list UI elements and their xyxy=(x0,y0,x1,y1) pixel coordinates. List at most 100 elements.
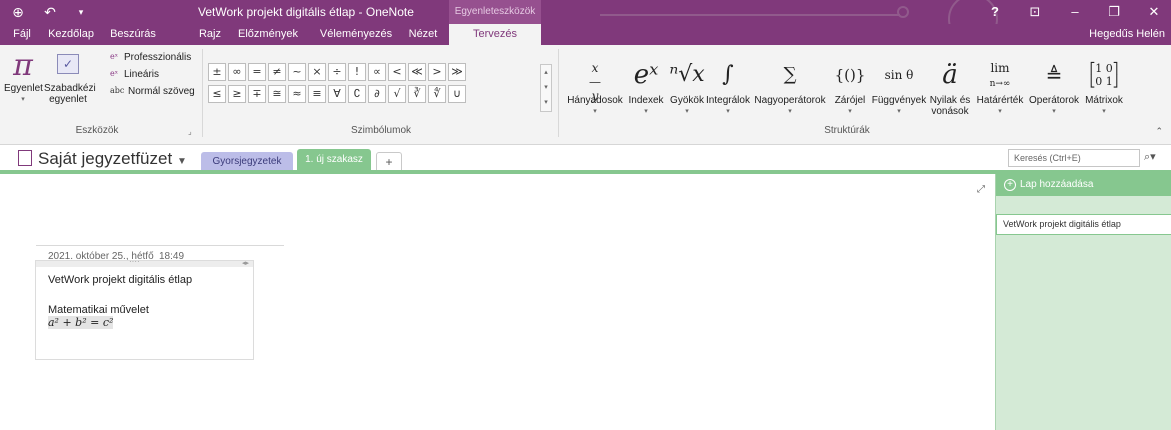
linear-button[interactable]: eˣ Lineáris xyxy=(110,68,159,82)
symbol-partial[interactable]: ∂ xyxy=(368,85,386,103)
add-page-label: Lap hozzáadása xyxy=(1020,179,1094,190)
symbol-divide[interactable]: ÷ xyxy=(328,63,346,81)
chevron-down-icon: ▾ xyxy=(1052,108,1056,115)
tab-history[interactable]: Előzmények xyxy=(232,24,304,45)
group-separator xyxy=(558,49,559,137)
dialog-launcher-icon[interactable]: ⌟ xyxy=(188,127,192,136)
symbol-tilde[interactable]: ~ xyxy=(288,63,306,81)
professional-format-icon: eˣ xyxy=(110,52,119,62)
add-page-button[interactable]: + Lap hozzáadása xyxy=(996,174,1171,196)
help-icon[interactable]: ? xyxy=(981,0,1009,24)
symbol-complement[interactable]: ∁ xyxy=(348,85,366,103)
scripts-button[interactable]: eˣ Indexek ▾ xyxy=(626,55,666,117)
page-title-field[interactable] xyxy=(36,245,284,246)
professional-button[interactable]: eˣ Professzionális xyxy=(110,51,191,65)
search-input[interactable]: Keresés (Ctrl+E) xyxy=(1008,149,1140,167)
large-operators-button[interactable]: ∑ Nagyoperátorok ▾ xyxy=(752,55,828,117)
functions-button[interactable]: sin θ Függvények ▾ xyxy=(871,55,927,117)
page-list-panel: + Lap hozzáadása VetWork projekt digitáli… xyxy=(995,174,1171,430)
radicals-label: Gyökök xyxy=(670,95,704,106)
note-container-handle[interactable]: ···· ◂▸ xyxy=(36,257,253,267)
symbol-less-than[interactable]: < xyxy=(388,63,406,81)
symbol-plus-minus[interactable]: ± xyxy=(208,63,226,81)
symbol-square-root[interactable]: √ xyxy=(388,85,406,103)
symbol-less-equal[interactable]: ≤ xyxy=(208,85,226,103)
symbol-much-less[interactable]: ≪ xyxy=(408,63,426,81)
tab-view[interactable]: Nézet xyxy=(405,24,441,45)
symbol-times[interactable]: × xyxy=(308,63,326,81)
matrices-label: Mátrixok xyxy=(1085,95,1123,106)
symbol-much-greater[interactable]: ≫ xyxy=(448,63,466,81)
tab-file[interactable]: Fájl xyxy=(6,24,38,45)
symbol-factorial[interactable]: ! xyxy=(348,63,366,81)
restore-button[interactable]: ❐ xyxy=(1100,0,1128,24)
ribbon-display-icon[interactable]: ⊡ xyxy=(1021,0,1049,24)
tab-insert[interactable]: Beszúrás xyxy=(104,24,162,45)
accent-icon: ä xyxy=(942,60,958,90)
expand-page-icon[interactable]: ⤢ xyxy=(977,184,985,195)
title-bar: ⊕ ↶ ▾ VetWork projekt digitális étlap - … xyxy=(0,0,1171,44)
linear-label: Lineáris xyxy=(124,69,160,80)
symbol-minus-plus[interactable]: ∓ xyxy=(248,85,266,103)
accents-button[interactable]: ä Nyilak és vonások xyxy=(928,55,972,117)
ribbon: π Egyenlet ▾ ✓ Szabadkézi egyenlet eˣ Pro… xyxy=(0,45,1171,145)
tab-draw[interactable]: Rajz xyxy=(194,24,226,45)
user-name[interactable]: Hegedűs Helén xyxy=(1089,24,1165,45)
note-title-text[interactable]: VetWork projekt digitális étlap xyxy=(48,274,192,286)
note-text-line[interactable]: Matematikai művelet xyxy=(48,304,149,316)
matrices-button[interactable]: ⎡1 0⎤ ⎣0 1⎦ Mátrixok ▾ xyxy=(1082,55,1126,117)
operators-button[interactable]: ≜ Operátorok ▾ xyxy=(1027,55,1081,117)
resize-arrows-icon[interactable]: ◂▸ xyxy=(242,259,249,267)
section-tab-new-section[interactable]: 1. új szakasz xyxy=(297,149,371,172)
symbol-greater-than[interactable]: > xyxy=(428,63,446,81)
collapse-ribbon-icon[interactable]: ⌃ xyxy=(1155,126,1163,137)
symbol-congruent[interactable]: ≅ xyxy=(268,85,286,103)
integrals-button[interactable]: ∫ Integrálok ▾ xyxy=(706,55,750,117)
equation-text[interactable]: a² + b² = c² xyxy=(48,316,114,329)
symbols-gallery-scrollbar[interactable]: ▴ ▾ ▾ xyxy=(540,64,552,112)
page-list-item[interactable]: VetWork projekt digitális étlap xyxy=(996,214,1171,235)
chevron-down-icon: ▾ xyxy=(848,108,852,115)
notebook-title: Saját jegyzetfüzet xyxy=(38,149,173,168)
drag-dots-icon[interactable]: ···· xyxy=(129,257,140,266)
normal-text-label: Normál szöveg xyxy=(128,86,195,97)
minimize-button[interactable]: – xyxy=(1061,0,1089,24)
notebook-picker[interactable]: Saját jegyzetfüzet ▼ xyxy=(18,149,187,169)
symbol-fourth-root[interactable]: ∜ xyxy=(428,85,446,103)
undo-icon[interactable]: ↶ xyxy=(39,0,61,24)
window-title: VetWork projekt digitális étlap - OneNot… xyxy=(198,5,414,19)
equation-button[interactable]: π Egyenlet ▾ xyxy=(4,49,43,105)
symbol-infinity[interactable]: ∞ xyxy=(228,63,246,81)
back-circle-icon[interactable]: ⊕ xyxy=(7,0,29,24)
symbol-equals[interactable]: = xyxy=(248,63,266,81)
tab-home[interactable]: Kezdőlap xyxy=(40,24,102,45)
equation[interactable]: a² + b² = c² xyxy=(48,316,114,329)
symbol-identical[interactable]: ≡ xyxy=(308,85,326,103)
search-icon[interactable]: ⌕▾ xyxy=(1144,150,1156,164)
add-section-button[interactable]: + xyxy=(376,152,402,172)
symbol-not-equal[interactable]: ≠ xyxy=(268,63,286,81)
radicals-button[interactable]: ⁿ√x Gyökök ▾ xyxy=(667,55,707,117)
chevron-down-icon: ▾ xyxy=(644,108,648,115)
freehand-equation-button[interactable]: ✓ Szabadkézi egyenlet xyxy=(44,49,96,105)
symbol-greater-equal[interactable]: ≥ xyxy=(228,85,246,103)
limit-log-button[interactable]: lim n→∞ Határérték ▾ xyxy=(975,55,1025,117)
fractions-button[interactable]: x — y Hányadosok ▾ xyxy=(566,55,624,117)
section-tab-quick-notes[interactable]: Gyorsjegyzetek xyxy=(201,152,293,172)
note-container[interactable]: ···· ◂▸ VetWork projekt digitális étlap … xyxy=(35,257,254,360)
customize-qat-icon[interactable]: ▾ xyxy=(70,0,92,24)
structures-group-label: Struktúrák xyxy=(824,125,870,136)
symbol-cube-root[interactable]: ∛ xyxy=(408,85,426,103)
symbol-proportional[interactable]: ∝ xyxy=(368,63,386,81)
brackets-button[interactable]: {()} Zárójel ▾ xyxy=(830,55,870,117)
chevron-down-icon: ▾ xyxy=(726,108,730,115)
ink-equation-icon: ✓ xyxy=(44,49,92,83)
tab-review[interactable]: Véleményezés xyxy=(314,24,398,45)
symbol-approx[interactable]: ≈ xyxy=(288,85,306,103)
symbol-union[interactable]: ∪ xyxy=(448,85,466,103)
limit-icon: lim n→∞ xyxy=(989,61,1011,89)
tab-design[interactable]: Tervezés xyxy=(449,24,541,45)
close-button[interactable]: ✕ xyxy=(1140,0,1168,24)
symbol-for-all[interactable]: ∀ xyxy=(328,85,346,103)
normal-text-button[interactable]: abc Normál szöveg xyxy=(110,85,195,99)
